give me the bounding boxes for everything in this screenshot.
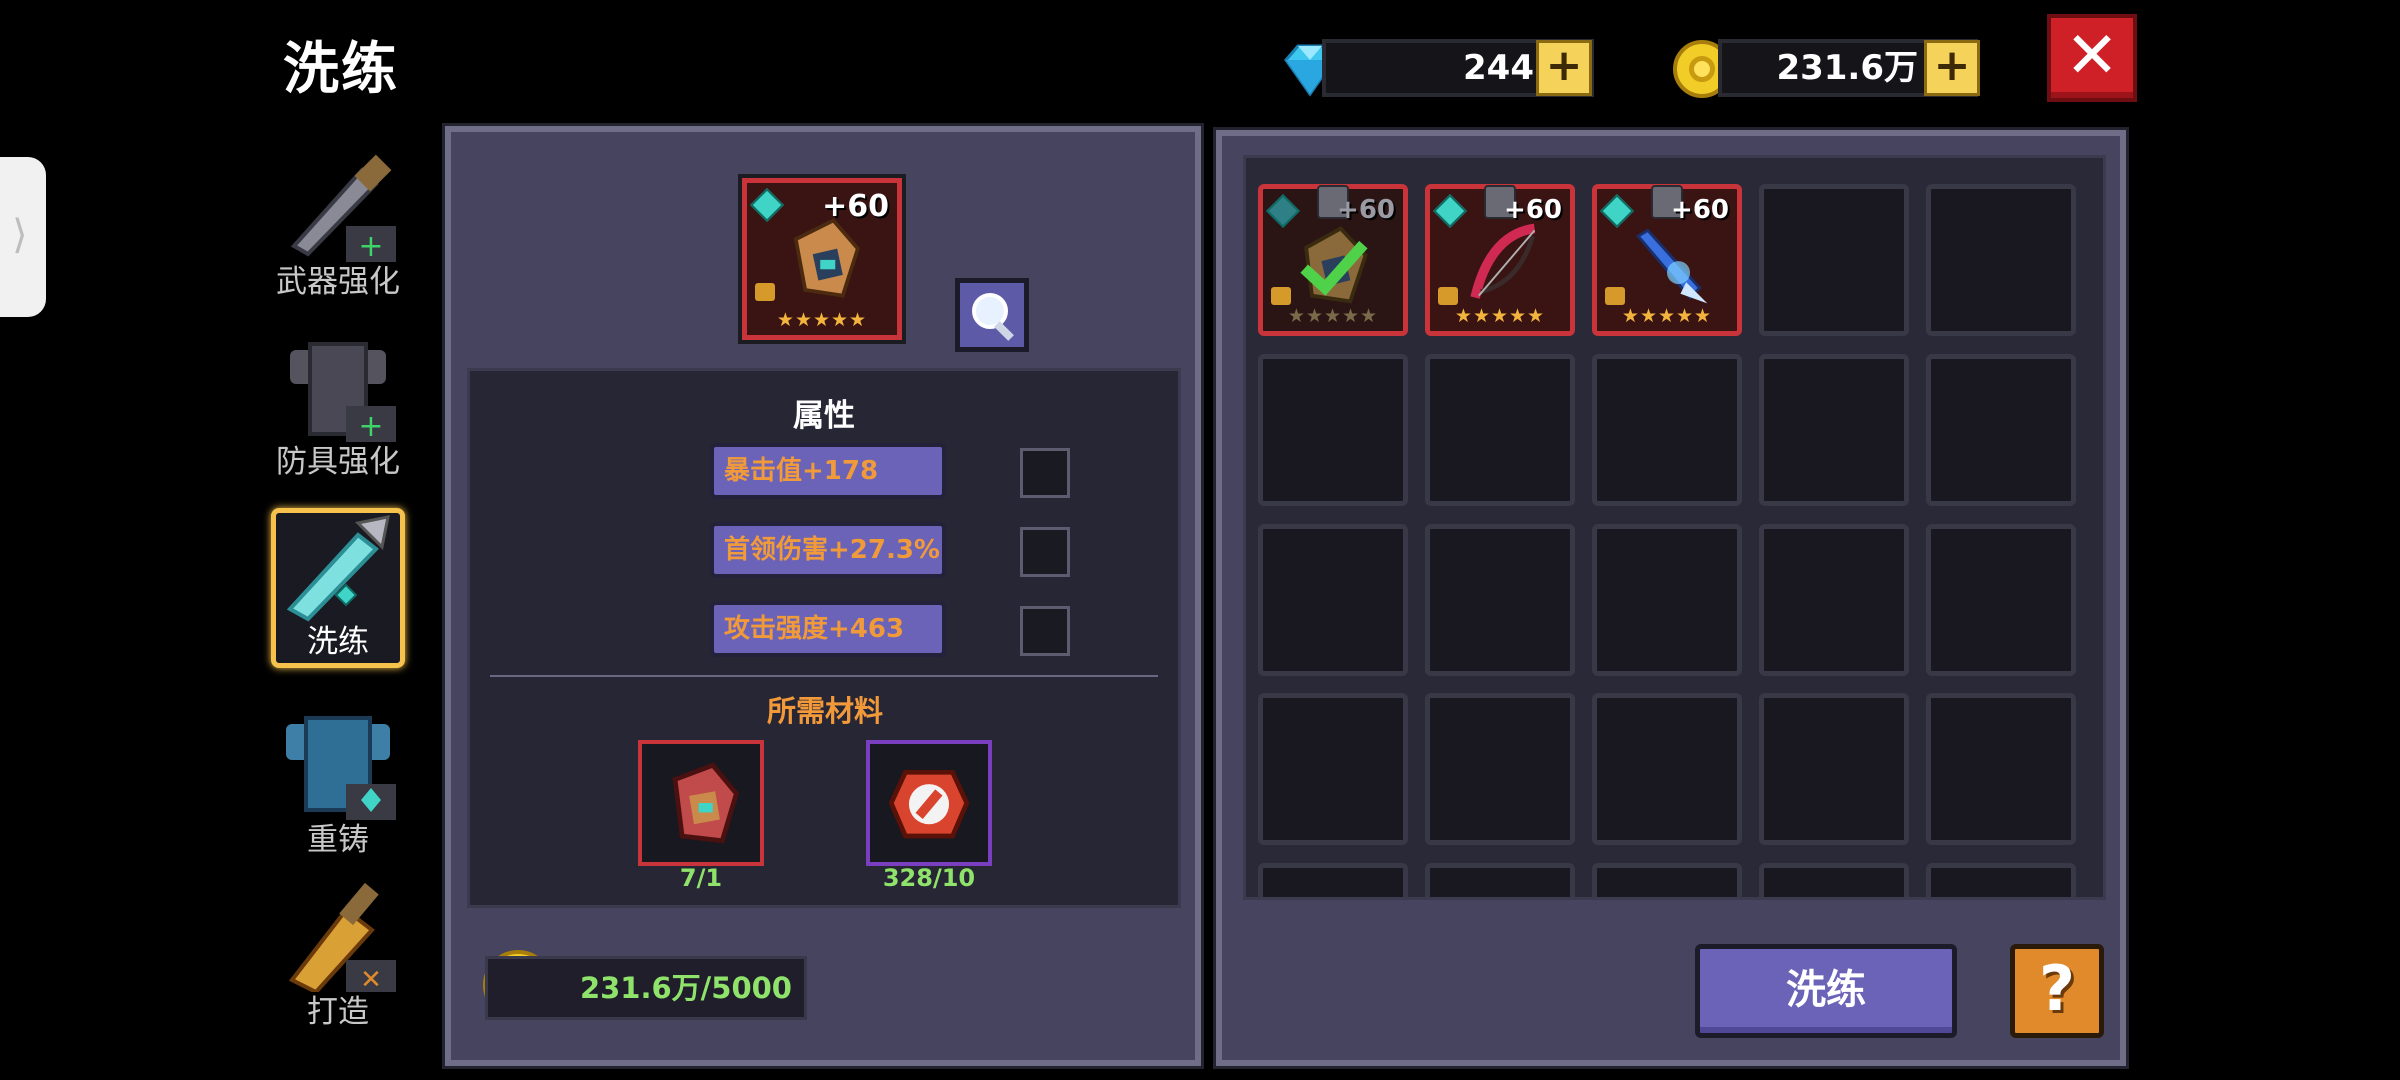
svg-text:+: + [358,229,383,262]
empty-inventory-slot[interactable] [1592,524,1742,676]
side-drawer-handle[interactable]: ⟩ [0,157,46,317]
chevron-right-icon: ⟩ [12,212,28,258]
lock-icon [1438,287,1458,305]
side-menu-armor-upgrade[interactable]: + 防具强化 [268,330,408,481]
empty-inventory-slot[interactable] [1425,524,1575,676]
sword-upgrade-icon: + [290,154,396,262]
empty-inventory-slot[interactable] [1592,693,1742,845]
side-menu-label: 武器强化 [276,264,400,300]
forge-icon: ✕ [288,882,396,992]
empty-inventory-slot[interactable] [1759,524,1909,676]
ice-spear-icon [1636,228,1708,304]
equipment-stars: ★★★★★ [776,309,868,331]
material-slot[interactable] [866,740,992,866]
hood-icon [793,218,860,298]
page-title: 洗练 [283,37,399,102]
side-menu-label: 打造 [307,994,369,1030]
attribute-lock-checkbox[interactable] [1020,527,1070,577]
selected-check-icon [1300,240,1368,296]
empty-inventory-slot[interactable] [1926,693,2076,845]
empty-inventory-slot[interactable] [1759,863,1909,897]
empty-inventory-slot[interactable] [1759,693,1909,845]
empty-inventory-slot[interactable] [1425,354,1575,506]
side-menu-label: 洗练 [307,624,369,660]
attributes-title: 属性 [793,398,855,434]
empty-inventory-slot[interactable] [1926,184,2076,336]
red-bow-icon [1470,223,1536,299]
reroll-stone-icon [888,769,970,839]
reroll-button[interactable]: 洗练 [1695,944,1957,1038]
armor-upgrade-icon: + [290,342,396,442]
attribute-pill: 首领伤害+27.3% [710,522,946,578]
empty-inventory-slot[interactable] [1592,863,1742,897]
lock-icon [755,283,775,301]
side-menu-reroll[interactable]: 洗练 [268,508,408,668]
material-count: 328/10 [882,864,976,892]
attribute-lock-checkbox[interactable] [1020,448,1070,498]
inspect-button[interactable] [955,278,1029,352]
inventory-item-slot[interactable]: +60 ★★★★★ [1258,184,1408,336]
side-menu-label: 防具强化 [276,444,400,480]
attribute-pill: 攻击强度+463 [710,601,946,657]
add-gold-button[interactable]: + [1924,40,1980,96]
empty-inventory-slot[interactable] [1258,524,1408,676]
reforge-armor-icon [286,716,396,820]
attribute-pill: 暴击值+178 [710,443,946,499]
equipment-stars: ★★★★★ [1287,305,1379,327]
svg-text:+: + [358,409,383,442]
empty-inventory-slot[interactable] [1926,524,2076,676]
lock-icon [1605,287,1625,305]
section-divider [490,675,1158,677]
side-menu-weapon-upgrade[interactable]: + 武器强化 [268,150,408,301]
empty-inventory-slot[interactable] [1258,863,1408,897]
lock-icon [1271,287,1291,305]
equipment-stars: ★★★★★ [1621,305,1713,327]
add-gems-button[interactable]: + [1536,40,1592,96]
material-count: 7/1 [679,864,723,892]
close-button[interactable]: ✕ [2047,14,2137,102]
crystal-sword-icon [286,515,390,622]
empty-inventory-slot[interactable] [1759,354,1909,506]
magnifier-icon [972,293,1014,341]
empty-inventory-slot[interactable] [1425,863,1575,897]
side-menu-forge[interactable]: ✕ 打造 [268,880,408,1031]
inventory-item-slot[interactable]: +60 ★★★★★ [1592,184,1742,336]
attribute-lock-checkbox[interactable] [1020,606,1070,656]
help-button[interactable]: ? [2010,944,2104,1038]
equipment-stars: ★★★★★ [1454,305,1546,327]
hood-material-icon [672,762,740,844]
empty-inventory-slot[interactable] [1258,693,1408,845]
side-menu-label: 重铸 [307,822,369,858]
side-menu-reforge[interactable]: 重铸 [268,708,408,859]
empty-inventory-slot[interactable] [1258,354,1408,506]
empty-inventory-slot[interactable] [1926,354,2076,506]
selected-equipment-slot[interactable]: +60 ★★★★★ [738,174,906,344]
material-slot[interactable] [638,740,764,866]
empty-inventory-slot[interactable] [1425,693,1575,845]
empty-inventory-slot[interactable] [1592,354,1742,506]
svg-text:✕: ✕ [360,965,382,992]
inventory-item-slot[interactable]: +60 ★★★★★ [1425,184,1575,336]
inventory-grid: +60 ★★★★★ +60 ★★★★★ +60 ★★★★★ [1243,155,2106,900]
materials-title: 所需材料 [766,694,883,728]
empty-inventory-slot[interactable] [1759,184,1909,336]
reroll-cost: 231.6万/5000 [579,971,792,1005]
reroll-cost-bar: 231.6万/5000 [485,956,807,1020]
empty-inventory-slot[interactable] [1926,863,2076,897]
